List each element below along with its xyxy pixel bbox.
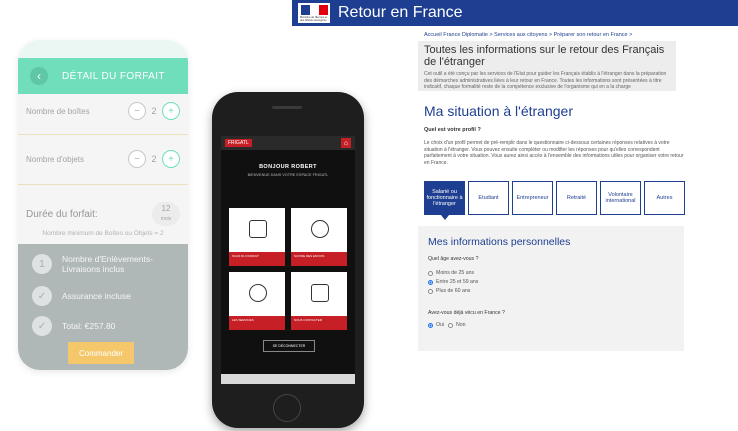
lived-question: Avez-vous déjà vécu en France ? [428, 310, 505, 316]
personal-info-title: Mes informations personnelles [428, 236, 571, 248]
tab-retraite[interactable]: Retraité [556, 181, 597, 215]
tile-scan: SCAN DU FORFAIT [229, 208, 285, 266]
boxes-row: Nombre de boîtes − 2 + [26, 102, 180, 120]
tab-entrepreneur[interactable]: Entrepreneur [512, 181, 553, 215]
radio-icon [428, 270, 433, 276]
check-icon: ✓ [32, 316, 52, 336]
minimum-note: Nombre minimum de Boîtes ou Objets = 2 [42, 230, 164, 237]
profile-description: Le choix d'un profil permet de pré-rempl… [424, 140, 684, 166]
minus-icon: − [128, 102, 146, 120]
site-header: Ministère de l'Europe et des Affaires ét… [292, 0, 738, 26]
republique-francaise-logo: Ministère de l'Europe et des Affaires ét… [298, 3, 330, 23]
plus-icon: + [162, 150, 180, 168]
duration-badge: 12 mois [152, 202, 180, 226]
summary-item: ✓ Assurance incluse [32, 286, 182, 306]
divider [18, 184, 188, 185]
check-icon: ✓ [32, 286, 52, 306]
duration-value: 12 [161, 204, 171, 213]
tile-label: LES SERVICES [229, 316, 285, 330]
brand-logo: FRIGATL [225, 139, 252, 147]
target-icon [249, 284, 267, 302]
tile-label: SCAN DU FORFAIT [229, 252, 285, 266]
lived-option-oui[interactable]: Oui [428, 322, 444, 328]
forfait-title: DÉTAIL DU FORFAIT [62, 70, 165, 82]
site-title: Retour en France [338, 4, 463, 21]
profile-question: Quel est votre profil ? [424, 127, 481, 133]
radio-label: Plus de 60 ans [436, 288, 471, 294]
situation-title: Ma situation à l'étranger [424, 103, 573, 119]
phone-mockup-forfait: ‹ DÉTAIL DU FORFAIT Nombre de boîtes − 2… [18, 40, 188, 370]
profile-tabs: Salarié ou fonctionnaire à l'étranger Et… [424, 181, 685, 220]
radio-selected-icon [428, 322, 433, 328]
summary-item: ✓ Total: €257.80 [32, 316, 182, 336]
objects-row: Nombre d'objets − 2 + [26, 150, 180, 168]
personal-info-panel: Mes informations personnelles Quel âge a… [418, 226, 684, 351]
age-option-25-59[interactable]: Entre 25 et 59 ans [428, 279, 478, 285]
radio-label: Oui [436, 322, 445, 328]
summary-text: Total: €257.80 [62, 321, 116, 331]
intro-title: Toutes les informations sur le retour de… [424, 44, 665, 68]
duration-row: Durée du forfait: 12 mois [26, 202, 180, 226]
retour-en-france-site: Ministère de l'Europe et des Affaires ét… [292, 0, 738, 431]
radio-icon [448, 322, 453, 328]
intro-text: Cet outil a été conçu par les services d… [424, 71, 667, 90]
boxes-stepper: − 2 + [128, 102, 180, 120]
objects-stepper: − 2 + [128, 150, 180, 168]
radio-selected-icon [428, 279, 433, 285]
tab-volontaire[interactable]: Volontaire international [600, 181, 641, 215]
back-arrow-icon: ‹ [30, 67, 48, 85]
tab-salarie[interactable]: Salarié ou fonctionnaire à l'étranger [424, 181, 465, 220]
qr-code-icon [249, 220, 267, 238]
logo-caption: Ministère de l'Europe et des Affaires ét… [300, 16, 328, 22]
commander-button: Commander [68, 342, 134, 364]
boxes-label: Nombre de boîtes [26, 106, 90, 116]
plus-icon: + [162, 102, 180, 120]
objects-label: Nombre d'objets [26, 154, 84, 164]
radio-label: Moins de 25 ans [436, 270, 475, 276]
duration-label: Durée du forfait: [26, 208, 98, 220]
radio-label: Non [456, 322, 466, 328]
tab-etudiant[interactable]: Etudiant [468, 181, 509, 215]
count-badge: 1 [32, 254, 52, 274]
age-question: Quel âge avez-vous ? [428, 256, 479, 262]
summary-text: Nombre d'Enlèvements-Livraisons inclus [62, 254, 153, 274]
summary-text: Assurance incluse [62, 291, 131, 301]
lived-option-non[interactable]: Non [448, 322, 466, 328]
tile-services: LES SERVICES [229, 272, 285, 330]
age-option-over-60[interactable]: Plus de 60 ans [428, 288, 470, 294]
radio-label: Entre 25 et 59 ans [436, 279, 479, 285]
duration-unit: mois [160, 216, 172, 222]
breadcrumb[interactable]: Accueil France Diplomatie > Services aux… [424, 32, 632, 38]
summary-item: 1 Nombre d'Enlèvements-Livraisons inclus [32, 254, 182, 274]
tab-autres[interactable]: Autres [644, 181, 685, 215]
radio-icon [428, 288, 433, 294]
age-option-under-25[interactable]: Moins de 25 ans [428, 270, 474, 276]
intro-box: Toutes les informations sur le retour de… [418, 41, 676, 91]
phone-status-bar [18, 40, 188, 58]
forfait-header: ‹ DÉTAIL DU FORFAIT [18, 58, 188, 94]
boxes-value: 2 [151, 106, 157, 116]
objects-value: 2 [151, 154, 157, 164]
divider [18, 134, 188, 135]
minus-icon: − [128, 150, 146, 168]
